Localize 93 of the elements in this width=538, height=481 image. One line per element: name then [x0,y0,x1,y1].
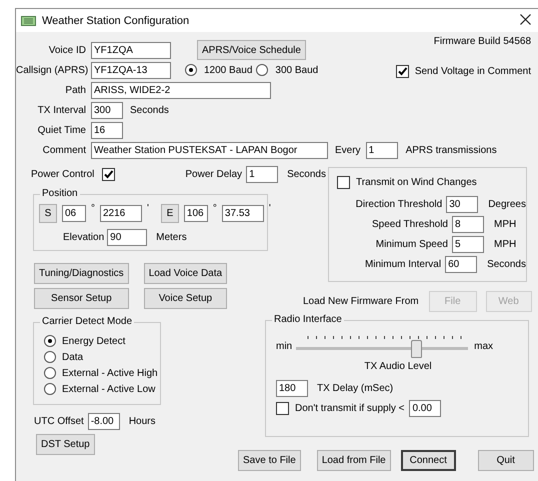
unit-label: Seconds [487,258,526,270]
radio-button[interactable] [256,64,268,76]
text-field[interactable]: 06 [62,204,86,222]
group-title: Position [40,188,80,199]
field-label: Quiet Time [36,124,87,136]
button[interactable]: Load Voice Data [144,263,228,284]
slider-label: min [276,340,292,352]
firmware-build: Firmware Build 54568 [434,36,531,47]
radio-button[interactable] [44,367,56,379]
unit-label: Seconds [130,104,169,116]
radio-label: 300 Baud [275,64,318,76]
button[interactable]: DST Setup [36,434,95,455]
button[interactable]: S [39,204,57,222]
text-field[interactable]: 90 [107,228,148,246]
checkbox-label: Don't transmit if supply < [295,402,404,414]
field-label: Voice ID [48,44,87,56]
radio-button[interactable] [44,383,56,395]
text-field[interactable]: 300 [91,102,123,118]
field-label: UTC Offset [34,416,84,426]
group-title: Radio Interface [272,314,344,325]
text-field[interactable]: 30 [446,196,478,212]
unit-label: Hours [128,416,156,426]
radio-label: External - Active High [62,368,158,378]
text-field[interactable]: 1 [366,142,398,158]
radio-label: Energy Detect [62,336,126,346]
field-label: Elevation [63,232,104,242]
text-field[interactable]: -8.00 [88,412,120,430]
field-label: TX Interval [36,104,87,116]
button[interactable]: APRS/Voice Schedule [197,40,306,60]
field-label: Direction Threshold [354,198,444,210]
checkbox-label: Power Control [31,168,94,180]
unit-label: Degrees [488,198,526,210]
radio-label: Data [62,352,84,362]
checkbox[interactable] [337,176,350,189]
field-label: Path [64,84,87,96]
field-label: Every [335,144,361,156]
text-field[interactable]: 37.53 [222,204,264,222]
group-title: Carrier Detect Mode [40,316,134,327]
radio-button[interactable] [185,64,197,76]
text-field[interactable]: 5 [452,236,484,252]
text-field[interactable]: 2216 [100,204,142,222]
close-icon[interactable] [520,14,531,24]
button[interactable]: Load from File [316,450,391,471]
field-label: Comment [42,144,87,156]
degree-mark: ° [91,203,95,214]
button[interactable]: Voice Setup [144,288,228,309]
button[interactable]: E [160,204,179,222]
checkbox[interactable] [396,64,409,78]
minute-mark: ' [147,203,149,214]
unit-label: Seconds [287,168,326,180]
checkbox-label: Send Voltage in Comment [414,66,531,76]
checkbox[interactable] [102,168,116,180]
button[interactable]: Tuning/Diagnostics [34,263,129,284]
slider-caption: TX Audio Level [363,361,433,372]
text-field[interactable]: ARISS, WIDE2-2 [91,82,271,98]
text-field[interactable]: YF1ZQA-13 [91,62,171,78]
unit-label: MPH [494,218,516,230]
radio-label: External - Active Low [62,384,156,394]
app-icon [21,16,36,26]
field-label: Speed Threshold [371,218,449,230]
text-field[interactable]: Weather Station PUSTEKSAT - LAPAN Bogor [91,142,328,158]
field-label: TX Delay (mSec) [317,382,394,394]
field-label: Power Delay [185,168,242,180]
radio-button[interactable] [44,351,56,363]
checkbox[interactable] [276,402,289,414]
button[interactable]: Sensor Setup [34,288,129,309]
button[interactable]: Quit [478,450,534,471]
text-field[interactable]: 16 [91,122,123,138]
unit-label: MPH [494,238,516,250]
field-label: Callsign (APRS) [16,64,90,76]
text-field[interactable]: 1 [246,166,278,182]
window-title: Weather Station Configuration [42,14,190,26]
slider-label: max [474,340,494,352]
text-field[interactable]: 0.00 [409,400,442,416]
text-field[interactable]: 8 [452,216,484,232]
checkbox-label: Transmit on Wind Changes [356,177,477,188]
degree-mark: ° [212,203,217,214]
slider-thumb[interactable] [411,340,422,358]
text-field[interactable]: 180 [276,380,308,396]
text-field[interactable]: 106 [184,204,208,222]
unit-label: APRS transmissions [406,144,497,156]
field-label: Load New Firmware From [303,296,419,307]
button[interactable]: Connect [400,450,456,471]
radio-label: 1200 Baud [204,64,252,76]
radio-button[interactable] [44,335,56,347]
text-field[interactable]: YF1ZQA [91,42,171,58]
slider[interactable] [296,334,468,358]
minute-mark: ' [268,203,271,214]
unit-label: Meters [156,232,187,242]
button[interactable]: Save to File [238,450,301,471]
field-label: Minimum Speed [374,238,449,250]
text-field[interactable]: 60 [445,256,478,272]
field-label: Minimum Interval [364,258,442,270]
